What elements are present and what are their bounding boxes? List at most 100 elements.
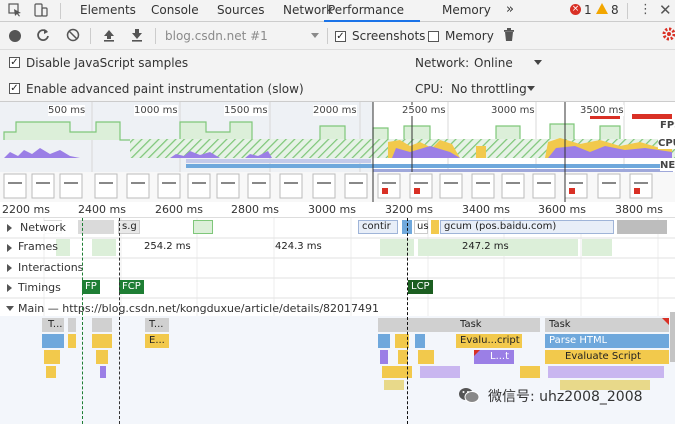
device-toolbar-icon[interactable] xyxy=(33,3,49,17)
save-profile-icon[interactable] xyxy=(130,28,144,42)
profile-select[interactable]: blog.csdn.net #1 xyxy=(165,29,268,43)
fcp-marker[interactable]: FCP xyxy=(119,280,144,294)
tab-performance[interactable]: Performance xyxy=(324,2,420,22)
cpu-throttle-select[interactable]: No throttling xyxy=(451,82,527,96)
network-request-label: gcum (pos.baidu.com) xyxy=(444,221,557,232)
function-block[interactable] xyxy=(378,334,390,348)
network-request[interactable] xyxy=(431,220,439,234)
tab-console[interactable]: Console xyxy=(151,2,199,22)
fp-marker[interactable]: FP xyxy=(82,280,100,294)
capture-settings-row-2: ✓ Enable advanced paint instrumentation … xyxy=(0,76,675,102)
interactions-track[interactable] xyxy=(0,258,675,278)
frame-block[interactable] xyxy=(582,239,612,256)
function-block[interactable] xyxy=(520,366,540,378)
task-label: Task xyxy=(549,319,571,330)
overview-tick: 1500 ms xyxy=(224,105,268,116)
timeline-overview[interactable]: 500 ms 1000 ms 1500 ms 2000 ms 2500 ms 3… xyxy=(0,102,675,202)
close-devtools-icon[interactable]: ✕ xyxy=(659,0,672,20)
long-task-flag xyxy=(662,318,669,325)
function-block[interactable] xyxy=(44,350,60,364)
function-block[interactable] xyxy=(380,350,388,364)
function-block[interactable] xyxy=(420,366,460,378)
frame-block[interactable] xyxy=(56,239,70,256)
fps-label: FPS xyxy=(660,120,675,131)
warning-icon[interactable] xyxy=(596,3,608,14)
inspect-element-icon[interactable] xyxy=(8,3,22,17)
function-block[interactable] xyxy=(384,380,404,390)
disable-js-samples-checkbox[interactable]: ✓ xyxy=(9,57,20,68)
tab-elements[interactable]: Elements xyxy=(80,2,136,22)
frame-block[interactable] xyxy=(92,239,116,256)
capture-settings-icon[interactable] xyxy=(662,27,675,41)
reload-profile-icon[interactable] xyxy=(36,28,50,42)
network-request-label: cont​ir xyxy=(362,221,391,232)
network-request[interactable] xyxy=(617,220,667,234)
frame-duration: 424.3 ms xyxy=(275,241,322,252)
overview-tick: 1000 ms xyxy=(134,105,178,116)
cpu-label: CPU xyxy=(658,138,675,149)
function-block[interactable] xyxy=(42,334,64,348)
lcp-marker[interactable]: LCP xyxy=(408,280,433,294)
network-request-label: s.g xyxy=(122,221,137,232)
function-label: Evaluate Script xyxy=(565,351,641,362)
interactions-track-title: Interactions xyxy=(18,261,84,274)
screenshots-checkbox[interactable]: ✓ xyxy=(335,31,346,42)
task-block[interactable] xyxy=(378,318,456,332)
paint-instrumentation-checkbox[interactable]: ✓ xyxy=(9,83,20,94)
task-block[interactable] xyxy=(92,318,112,332)
more-options-icon[interactable]: ⋮ xyxy=(639,1,652,19)
performance-toolbar: blog.csdn.net #1 ✓ Screenshots Memory xyxy=(0,22,675,50)
function-block[interactable] xyxy=(415,334,425,348)
network-throttle-select[interactable]: Online xyxy=(474,56,513,70)
capture-settings-row-1: ✓ Disable JavaScript samples Network: On… xyxy=(0,50,675,76)
tab-sources[interactable]: Sources xyxy=(217,2,264,22)
ruler-tick: 3400 ms xyxy=(462,203,510,216)
load-profile-icon[interactable] xyxy=(102,28,116,42)
error-icon[interactable]: × xyxy=(570,4,581,15)
function-block[interactable] xyxy=(418,350,434,364)
expand-icon[interactable] xyxy=(7,244,12,252)
function-block[interactable] xyxy=(96,350,108,364)
frame-duration: 254.2 ms xyxy=(144,241,191,252)
task-block[interactable] xyxy=(68,318,76,332)
overview-graphs xyxy=(0,102,675,202)
function-block[interactable] xyxy=(68,334,76,348)
scrollbar[interactable] xyxy=(670,312,675,362)
frame-duration: 247.2 ms xyxy=(462,241,509,252)
record-icon[interactable] xyxy=(9,30,21,42)
fcp-line xyxy=(119,218,120,424)
tab-memory[interactable]: Memory xyxy=(442,2,491,22)
function-block[interactable] xyxy=(548,366,664,378)
ruler-tick: 2800 ms xyxy=(231,203,279,216)
network-track[interactable]: s.g cont​ir us gcum (pos.baidu.com) xyxy=(0,218,675,238)
network-request[interactable] xyxy=(193,220,213,234)
expand-icon[interactable] xyxy=(7,284,12,292)
memory-checkbox[interactable] xyxy=(428,31,439,42)
paint-instrumentation-label: Enable advanced paint instrumentation (s… xyxy=(26,82,304,96)
chevron-down-icon[interactable] xyxy=(527,86,535,91)
screenshots-label: Screenshots xyxy=(352,29,426,43)
timings-track[interactable]: FP FCP LCP xyxy=(0,278,675,298)
frames-track[interactable]: 254.2 ms 424.3 ms 247.2 ms xyxy=(0,238,675,258)
chevron-down-icon[interactable] xyxy=(311,33,319,38)
function-label: Evalu...cript xyxy=(460,335,520,346)
function-block[interactable] xyxy=(92,334,112,348)
collapse-icon[interactable] xyxy=(6,306,14,311)
more-tabs-button[interactable]: » xyxy=(506,2,514,22)
function-block[interactable] xyxy=(100,366,106,378)
frame-block[interactable] xyxy=(380,239,414,256)
function-label: E... xyxy=(149,335,165,346)
collect-garbage-icon[interactable] xyxy=(503,28,515,42)
expand-icon[interactable] xyxy=(7,264,12,272)
expand-icon[interactable] xyxy=(7,224,12,232)
clear-icon[interactable] xyxy=(66,28,80,42)
time-ruler: 2200 ms 2400 ms 2600 ms 2800 ms 3000 ms … xyxy=(0,202,675,218)
function-block[interactable] xyxy=(46,366,56,378)
overview-tick: 3500 ms xyxy=(580,105,624,116)
ruler-tick: 3600 ms xyxy=(538,203,586,216)
ruler-tick: 2600 ms xyxy=(155,203,203,216)
network-request[interactable] xyxy=(78,220,114,234)
chevron-down-icon[interactable] xyxy=(534,60,542,65)
warning-count[interactable]: 8 xyxy=(611,3,619,17)
error-count[interactable]: 1 xyxy=(584,3,592,17)
